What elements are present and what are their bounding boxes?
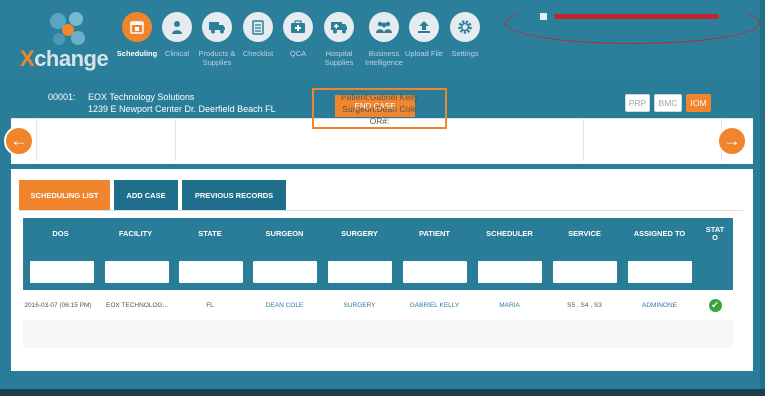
cell-patient[interactable]: GABRIEL KELLY xyxy=(397,290,472,320)
tab-previous-records[interactable]: PREVIOUS RECORDS xyxy=(182,180,286,210)
tab-iom[interactable]: IOM xyxy=(686,94,711,112)
filter-facility-input[interactable] xyxy=(105,261,169,283)
patient-name: Patient:Gabriel Kelly xyxy=(340,92,418,102)
filter-state-input[interactable] xyxy=(179,261,243,283)
tab-scheduling-list[interactable]: SCHEDULING LIST xyxy=(19,180,110,210)
nav-qca[interactable]: QCA xyxy=(276,12,320,58)
checklist-icon xyxy=(243,12,273,42)
patient-summary: Patient:Gabriel Kelly Surgeon:Dean Cole … xyxy=(312,88,447,129)
logo-mark-icon xyxy=(50,12,85,45)
gear-icon xyxy=(450,12,480,42)
nav-settings[interactable]: Settings xyxy=(443,12,487,58)
col-assigned-to[interactable]: ASSIGNED TO xyxy=(622,218,697,250)
clinician-icon xyxy=(162,12,192,42)
col-status[interactable]: STAT O xyxy=(697,218,733,250)
filter-dos-input[interactable] xyxy=(30,261,94,283)
arrow-left-icon: ← xyxy=(10,131,28,150)
ambulance-icon xyxy=(324,12,354,42)
cell-scheduler[interactable]: MARIA xyxy=(472,290,547,320)
truck-icon xyxy=(202,12,232,42)
nav-clinical[interactable]: Clinical xyxy=(155,12,199,58)
nav-upload-file[interactable]: Upload File xyxy=(402,12,446,58)
arrow-right-icon: → xyxy=(723,131,741,150)
col-dos[interactable]: DOS xyxy=(23,218,98,250)
nav-label: Upload File xyxy=(405,49,443,58)
cell-divider xyxy=(36,119,37,161)
check-circle-icon: ✔ xyxy=(708,298,722,312)
case-panel: 00001: EOX Technology Solutions 1239 E N… xyxy=(11,86,753,164)
col-facility[interactable]: FACILITY xyxy=(98,218,173,250)
medical-kit-icon xyxy=(283,12,313,42)
cell-surgery[interactable]: SURGERY xyxy=(322,290,397,320)
filter-patient-input[interactable] xyxy=(403,261,467,283)
logo-text-rest: change xyxy=(34,46,109,71)
upload-icon xyxy=(409,12,439,42)
top-navigation: Xchange Scheduling Clinical Products & S… xyxy=(0,0,765,80)
next-case-button[interactable]: → xyxy=(717,126,747,156)
nav-products-supplies[interactable]: Products & Supplies xyxy=(195,12,239,67)
cell-divider xyxy=(175,119,176,161)
cell-divider xyxy=(583,119,584,161)
calendar-icon xyxy=(122,12,152,42)
col-state[interactable]: STATE xyxy=(173,218,247,250)
col-surgery[interactable]: SURGERY xyxy=(322,218,397,250)
cell-status: ✔ xyxy=(697,290,733,320)
cell-service: S5 , S4 , S3 xyxy=(567,301,602,309)
cell-state: FL xyxy=(206,301,214,309)
nav-hospital-supplies[interactable]: Hospital Supplies xyxy=(317,12,361,67)
cell-surgeon[interactable]: DEAN COLE xyxy=(247,290,322,320)
logo-text: Xchange xyxy=(20,46,109,71)
filter-service-input[interactable] xyxy=(553,261,617,283)
col-patient[interactable]: PATIENT xyxy=(397,218,472,250)
nav-label: Clinical xyxy=(164,49,190,58)
redaction-annotation xyxy=(505,2,760,44)
tab-underline xyxy=(19,210,743,211)
table-header: DOS FACILITY STATE SURGEON SURGERY PATIE… xyxy=(23,218,733,250)
col-surgeon[interactable]: SURGEON xyxy=(247,218,322,250)
footer-bar xyxy=(0,389,765,396)
nav-label: Products & Supplies xyxy=(198,49,236,67)
tab-add-case[interactable]: ADD CASE xyxy=(114,180,178,210)
filter-row xyxy=(23,250,733,290)
nav-label: Hospital Supplies xyxy=(324,49,354,67)
case-organization: EOX Technology Solutions xyxy=(88,92,195,102)
scheduling-area: SCHEDULING LIST ADD CASE PREVIOUS RECORD… xyxy=(11,169,753,371)
nav-label: Checklist xyxy=(242,49,274,58)
app-logo[interactable]: Xchange xyxy=(20,10,115,72)
tab-prp[interactable]: PRP xyxy=(625,94,650,112)
nav-label: Business Intelligence xyxy=(365,49,403,67)
cell-dos: 2016-03-07 (06:15 PM) xyxy=(24,301,92,309)
nav-label: Scheduling xyxy=(116,49,158,58)
group-icon xyxy=(369,12,399,42)
nav-scheduling[interactable]: Scheduling xyxy=(115,12,159,58)
tab-bmc[interactable]: BMC xyxy=(654,94,682,112)
col-scheduler[interactable]: SCHEDULER xyxy=(472,218,547,250)
filter-surgeon-input[interactable] xyxy=(253,261,317,283)
or-number: OR#: xyxy=(369,116,390,126)
page-scrollbar[interactable] xyxy=(760,0,765,389)
cell-assigned-to[interactable]: ADMINONE xyxy=(622,290,697,320)
filter-assigned-to-input[interactable] xyxy=(628,261,692,283)
nav-label: QCA xyxy=(289,49,307,58)
nav-business-intelligence[interactable]: Business Intelligence xyxy=(362,12,406,67)
case-address: 1239 E Newport Center Dr. Deerfield Beac… xyxy=(88,104,276,114)
filter-scheduler-input[interactable] xyxy=(478,261,542,283)
previous-case-button[interactable]: ← xyxy=(4,126,34,156)
filter-surgery-input[interactable] xyxy=(328,261,392,283)
cell-facility: EOX TECHNOLOG... xyxy=(105,301,168,309)
scheduling-table: DOS FACILITY STATE SURGEON SURGERY PATIE… xyxy=(23,218,733,348)
nav-label: Settings xyxy=(451,49,479,58)
case-id: 00001: xyxy=(48,92,76,102)
nav-checklist[interactable]: Checklist xyxy=(236,12,280,58)
col-service[interactable]: SERVICE xyxy=(547,218,622,250)
surgeon-name: Surgeon:Dean Cole xyxy=(342,104,417,114)
table-row[interactable]: 2016-03-07 (06:15 PM) EOX TECHNOLOG... F… xyxy=(23,290,733,320)
